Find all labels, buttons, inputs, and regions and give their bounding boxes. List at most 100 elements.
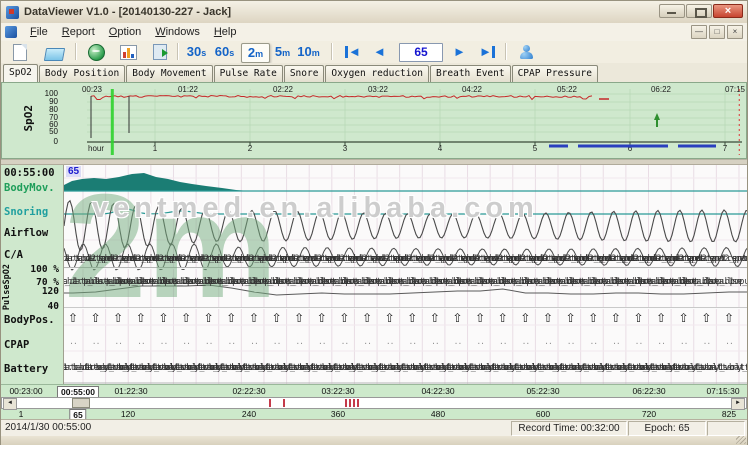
event-mark	[283, 399, 285, 407]
export-button[interactable]	[147, 42, 173, 62]
open-file-button[interactable]	[41, 42, 67, 62]
label-ca: C/A	[4, 249, 23, 261]
timeline-time-052230: 05:22:30	[526, 386, 559, 396]
timeline-scrollbar[interactable]: ◄ ►	[1, 397, 747, 409]
tab-cpap-pressure[interactable]: CPAP Pressure	[512, 65, 598, 82]
epoch-number-badge: 65	[66, 166, 81, 177]
interval-10m-button[interactable]: 10m	[295, 43, 322, 61]
timeline-navigator: 00:23:0000:55:0001:22:3002:22:3003:22:30…	[1, 384, 747, 419]
overview-ytick-50: 50	[32, 128, 58, 136]
new-file-button[interactable]	[7, 42, 33, 62]
timeline-time-012230: 01:22:30	[114, 386, 147, 396]
status-epoch: Epoch: 65	[628, 421, 706, 436]
last-epoch-button[interactable]: ►	[479, 44, 495, 60]
tab-body-position[interactable]: Body Position	[39, 65, 125, 82]
new-file-icon	[13, 44, 27, 61]
status-bar: 2014/1/30 00:55:00 Record Time: 00:32:00…	[1, 419, 747, 437]
tab-pulse-rate[interactable]: Pulse Rate	[214, 65, 283, 82]
epoch-input[interactable]: 65	[399, 43, 443, 62]
document-icon	[5, 26, 17, 38]
patient-icon	[518, 44, 534, 60]
menu-windows[interactable]: Windows	[148, 24, 207, 40]
close-button[interactable]: ×	[713, 4, 743, 18]
label-airflow: Airflow	[4, 227, 48, 239]
previous-epoch-button[interactable]: ◄	[373, 44, 386, 60]
refresh-button[interactable]	[83, 42, 109, 62]
globe-icon	[88, 44, 105, 61]
epoch-start-time: 00:55:00	[4, 167, 55, 179]
menu-help[interactable]: Help	[207, 24, 244, 40]
tab-breath-event[interactable]: Breath Event	[430, 65, 511, 82]
timeline-epoch-825: 825	[722, 409, 736, 419]
child-minimize-button[interactable]: —	[691, 25, 707, 39]
interval-2m-button[interactable]: 2m	[241, 43, 270, 63]
timeline-time-071530: 07:15:30	[706, 386, 739, 396]
child-restore-button[interactable]: □	[709, 25, 725, 39]
tab-spo2[interactable]: SpO2	[3, 64, 38, 82]
channel-label-column: 00:55:00 BodyMov. Snoring Airflow C/A Pu…	[1, 165, 63, 384]
menu-option[interactable]: Option	[102, 24, 148, 40]
event-mark	[345, 399, 347, 407]
title-bar: DataViewer V1.0 - [20140130-227 - Jack] …	[1, 1, 747, 24]
waveform-svg	[64, 165, 747, 384]
app-icon	[6, 6, 19, 19]
window-bottom-frame	[1, 436, 747, 445]
label-battery: Battery	[4, 363, 48, 375]
label-pulse-spo2: PulseSpO2	[2, 264, 12, 310]
window-title: DataViewer V1.0 - [20140130-227 - Jack]	[24, 6, 231, 18]
label-body-position: BodyPos.	[4, 314, 55, 326]
tab-snore[interactable]: Snore	[284, 65, 325, 82]
interval-30s-button[interactable]: 30s	[183, 43, 210, 61]
status-record-time: Record Time: 00:32:00	[511, 421, 627, 436]
scale-120bpm: 120	[42, 286, 59, 297]
patient-button[interactable]	[513, 42, 539, 62]
report-button[interactable]	[115, 42, 141, 62]
next-epoch-button[interactable]: ►	[453, 44, 466, 60]
status-datetime: 2014/1/30 00:55:00	[5, 422, 91, 433]
label-body-movement: BodyMov.	[4, 182, 55, 194]
first-epoch-button[interactable]: ◄	[345, 44, 361, 60]
event-mark	[269, 399, 271, 407]
maximize-button[interactable]	[686, 4, 712, 18]
export-icon	[153, 44, 167, 60]
event-mark	[357, 399, 359, 407]
status-empty-cell	[707, 421, 745, 436]
tab-body-movement[interactable]: Body Movement	[126, 65, 212, 82]
interval-5m-button[interactable]: 5m	[269, 43, 296, 61]
menu-bar: FileReportOptionWindowsHelp — □ ×	[1, 23, 747, 42]
timeline-epoch-1: 1	[19, 409, 24, 419]
minimize-button[interactable]	[659, 4, 685, 18]
scale-100pct: 100 %	[30, 264, 59, 275]
timeline-time-022230: 02:22:30	[232, 386, 265, 396]
channel-tabs: SpO2Body PositionBody MovementPulse Rate…	[1, 63, 747, 83]
resize-grip[interactable]	[736, 436, 746, 444]
timeline-epoch-120: 120	[121, 409, 135, 419]
event-mark	[353, 399, 355, 407]
overview-ytick-0: 0	[32, 138, 58, 146]
menu-report[interactable]: Report	[55, 24, 102, 40]
timeline-time-062230: 06:22:30	[632, 386, 665, 396]
app-window: DataViewer V1.0 - [20140130-227 - Jack] …	[0, 0, 748, 445]
timeline-time-002300: 00:23:00	[9, 386, 42, 396]
timeline-epoch-600: 600	[536, 409, 550, 419]
menu-file[interactable]: File	[23, 24, 55, 40]
label-snoring: Snoring	[4, 206, 48, 218]
child-close-button[interactable]: ×	[727, 25, 743, 39]
scale-40bpm: 40	[48, 301, 59, 312]
interval-60s-button[interactable]: 60s	[211, 43, 238, 61]
timeline-epoch-240: 240	[242, 409, 256, 419]
epoch-detail-panel: 00:55:00 BodyMov. Snoring Airflow C/A Pu…	[1, 165, 747, 384]
tab-oxygen-reduction[interactable]: Oxygen reduction	[325, 65, 429, 82]
timeline-epoch-720: 720	[642, 409, 656, 419]
open-folder-icon	[43, 48, 64, 61]
toolbar: 30s60s2m5m10m ◄ ◄ 65 ► ►	[1, 41, 747, 64]
scrollbar-thumb[interactable]	[72, 398, 90, 408]
waveform-chart[interactable]: 2m ventmed.en.alibaba.com 65 chart_data.…	[63, 165, 747, 384]
bar-chart-icon	[120, 45, 137, 60]
spo2-overview-chart[interactable]: SpO2 hour 1009080706050000:2301:2202:220…	[1, 82, 747, 159]
timeline-epoch-480: 480	[431, 409, 445, 419]
label-cpap: CPAP	[4, 339, 29, 351]
overview-plot[interactable]	[87, 89, 742, 155]
timeline-epoch-360: 360	[331, 409, 345, 419]
timeline-time-032230: 03:22:30	[321, 386, 354, 396]
